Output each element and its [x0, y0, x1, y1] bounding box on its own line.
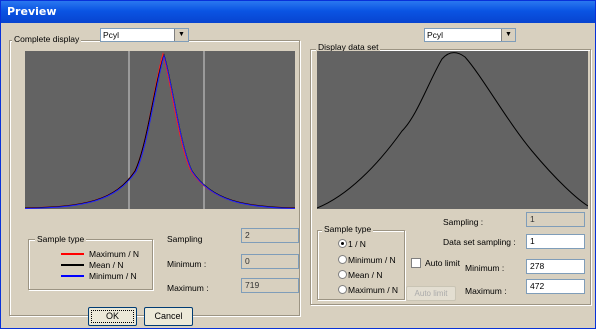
title-bar[interactable]: Preview [1, 1, 595, 23]
complete-display-plot [25, 51, 295, 209]
chevron-down-icon[interactable]: ▼ [501, 29, 515, 41]
preview-window: Preview Complete display Pcyl ▼ Sample t… [0, 0, 596, 329]
auto-limit-checkbox[interactable] [411, 258, 421, 268]
data-set-sampling-field[interactable]: 1 [526, 234, 585, 249]
cancel-button[interactable]: Cancel [144, 307, 193, 326]
radio-1-n[interactable] [338, 239, 347, 248]
data-set-curve [317, 52, 588, 209]
left-maximum-label: Maximum : [167, 283, 209, 293]
right-sampling-label: Sampling : [443, 217, 484, 227]
left-minimum-label: Minimum : [167, 259, 207, 269]
mean-curve [25, 53, 295, 209]
left-sampling-label: Sampling [167, 234, 203, 244]
right-sampling-field[interactable]: 1 [526, 212, 585, 227]
radio-minimum-n[interactable] [338, 255, 347, 264]
right-channel-select[interactable]: Pcyl ▼ [424, 28, 516, 42]
window-title: Preview [7, 5, 57, 18]
left-channel-value: Pcyl [103, 30, 120, 40]
left-maximum-field[interactable]: 719 [241, 278, 299, 293]
min-curve [25, 54, 295, 209]
max-curve [25, 51, 295, 209]
legend-max-label: Maximum / N [89, 249, 140, 259]
right-minimum-label: Minimum : [465, 263, 505, 273]
legend-min-swatch [61, 275, 84, 277]
radio-mean-n[interactable] [338, 270, 347, 279]
radio-mean-n-label: Mean / N [348, 270, 383, 280]
ok-button[interactable]: OK [88, 307, 137, 326]
legend-max-swatch [61, 253, 84, 255]
left-minimum-field[interactable]: 0 [241, 254, 299, 269]
legend-mean-label: Mean / N [89, 260, 124, 270]
legend-min-label: Minimum / N [89, 271, 137, 281]
right-maximum-label: Maximum : [465, 286, 507, 296]
data-set-plot [317, 51, 588, 209]
legend-mean-swatch [61, 264, 84, 266]
right-maximum-field[interactable]: 472 [526, 279, 585, 294]
radio-selected-dot [341, 242, 344, 245]
left-sampling-field[interactable]: 2 [241, 228, 299, 243]
right-sample-type-label: Sample type [322, 224, 374, 234]
left-channel-select[interactable]: Pcyl ▼ [100, 28, 189, 42]
data-set-sampling-label: Data set sampling : [443, 237, 516, 247]
left-sample-type-label: Sample type [35, 234, 87, 244]
right-minimum-field[interactable]: 278 [526, 259, 585, 274]
radio-1-n-label: 1 / N [348, 239, 366, 249]
radio-maximum-n[interactable] [338, 285, 347, 294]
chevron-down-icon[interactable]: ▼ [174, 29, 188, 41]
radio-maximum-n-label: Maximum / N [348, 285, 399, 295]
radio-minimum-n-label: Minimum / N [348, 255, 396, 265]
auto-limit-button[interactable]: Auto limit [406, 286, 456, 301]
complete-display-label: Complete display [12, 34, 82, 44]
auto-limit-checkbox-label: Auto limit [425, 258, 460, 268]
right-channel-value: Pcyl [427, 30, 444, 40]
